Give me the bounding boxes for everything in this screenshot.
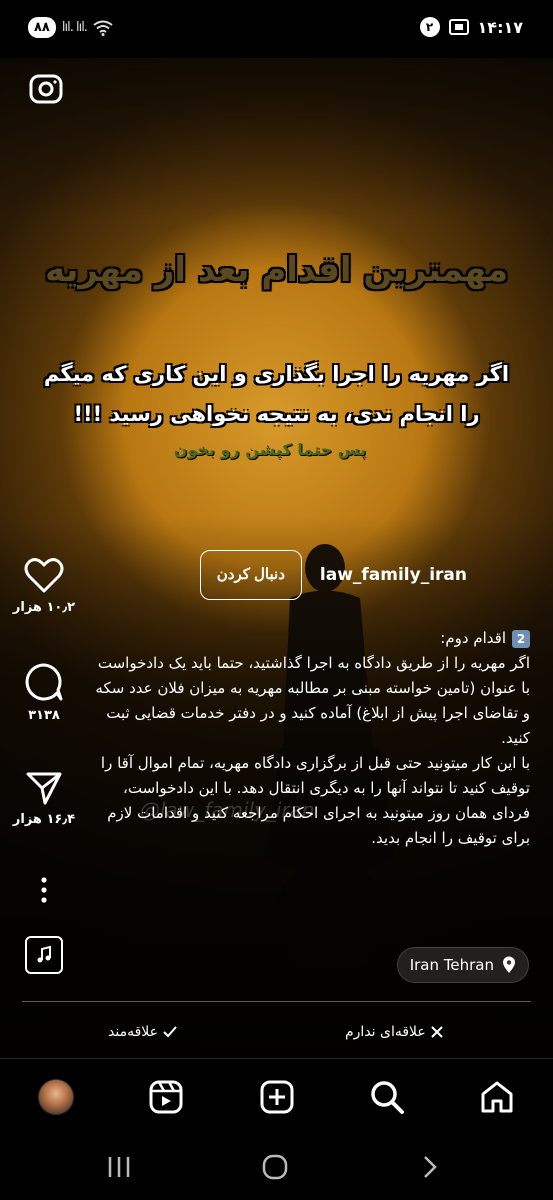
clock: ۱۴:۱۷ [477, 17, 523, 37]
search-icon [371, 1081, 404, 1114]
location-tag[interactable]: Iran Tehran [396, 947, 529, 983]
nav-home[interactable] [477, 1077, 517, 1117]
status-bar: ۸۸ lıl. lıl. ۲ ۱۴:۱۷ [0, 0, 553, 58]
more-action[interactable] [0, 876, 88, 904]
feedback-row: علاقه‌ای ندارم علاقه‌مند [0, 1018, 553, 1052]
reels-icon [149, 1080, 183, 1114]
more-icon [41, 877, 47, 903]
interested-button[interactable]: علاقه‌مند [108, 1024, 178, 1040]
comment-count: ۳۱۳۸ [28, 708, 60, 723]
follow-button[interactable]: دنبال کردن [199, 550, 302, 600]
send-icon [26, 772, 62, 805]
status-left: ۸۸ lıl. lıl. [28, 17, 113, 38]
caption-paragraph-2: با این کار میتونید حتی قبل از برگزاری دا… [100, 754, 530, 847]
caption-paragraph-1: اگر مهریه را از طریق دادگاه به اجرا گذاش… [95, 654, 530, 747]
plus-square-icon [260, 1080, 294, 1114]
caption[interactable]: 2 اقدام دوم: اگر مهریه را از طریق دادگاه… [90, 626, 530, 851]
reel-viewer[interactable]: مهمترین اقدام بعد از مهریه اگر مهریه را … [0, 58, 553, 1058]
author-row: دنبال کردن law_family_iran [199, 550, 467, 600]
overlay-body: اگر مهریه را اجرا بگذاری و این کاری که م… [40, 354, 513, 434]
home-button-icon[interactable] [261, 1154, 289, 1180]
wifi-icon [93, 20, 113, 36]
overlay-title: مهمترین اقدام بعد از مهریه [44, 250, 509, 290]
heart-icon [24, 558, 64, 593]
share-count: ۱۶٫۴ هزار [12, 812, 76, 827]
check-icon [163, 1026, 177, 1038]
screenshot-icon [448, 19, 469, 35]
back-icon[interactable] [420, 1154, 440, 1180]
feedback-divider [22, 1001, 531, 1002]
camera-icon [29, 74, 63, 104]
close-icon [431, 1026, 443, 1038]
music-button[interactable] [25, 936, 63, 974]
like-action[interactable]: ۱۰٫۲ هزار [0, 558, 88, 615]
nav-reels[interactable] [146, 1077, 186, 1117]
not-interested-label: علاقه‌ای ندارم [345, 1024, 426, 1040]
step-badge: 2 [512, 629, 530, 648]
location-pin-icon [503, 956, 515, 973]
battery-indicator: ۸۸ [28, 17, 56, 38]
notification-badge: ۲ [419, 17, 440, 37]
status-right: ۲ ۱۴:۱۷ [419, 17, 523, 37]
signal-icon: lıl. lıl. [61, 20, 88, 35]
avatar [38, 1079, 74, 1115]
comment-icon [25, 663, 63, 701]
overlay-body-line-1: اگر مهریه را اجرا بگذاری و این کاری که م… [43, 362, 510, 386]
recent-apps-icon[interactable] [106, 1154, 132, 1180]
not-interested-button[interactable]: علاقه‌ای ندارم [345, 1024, 444, 1040]
bottom-nav [0, 1058, 553, 1136]
nav-create[interactable] [257, 1077, 297, 1117]
overlay-note: پس حتما کپشن رو بخون [173, 440, 367, 459]
nav-profile[interactable] [36, 1077, 76, 1117]
music-icon [37, 946, 51, 963]
username[interactable]: law_family_iran [320, 565, 467, 585]
camera-button[interactable] [28, 70, 64, 106]
overlay-body-line-2: را انجام ندی، به نتیجه نخواهی رسید !!! [73, 402, 480, 426]
step-title: اقدام دوم: [440, 629, 506, 647]
location-label: Iran Tehran [409, 956, 494, 974]
like-count: ۱۰٫۲ هزار [12, 600, 76, 615]
caption-step-line: 2 اقدام دوم: [90, 626, 530, 651]
nav-search[interactable] [367, 1077, 407, 1117]
system-nav-bar [0, 1136, 553, 1200]
interested-label: علاقه‌مند [108, 1024, 158, 1040]
comment-action[interactable]: ۳۱۳۸ [0, 662, 88, 723]
share-action[interactable]: ۱۶٫۴ هزار [0, 770, 88, 827]
home-icon [481, 1081, 513, 1113]
